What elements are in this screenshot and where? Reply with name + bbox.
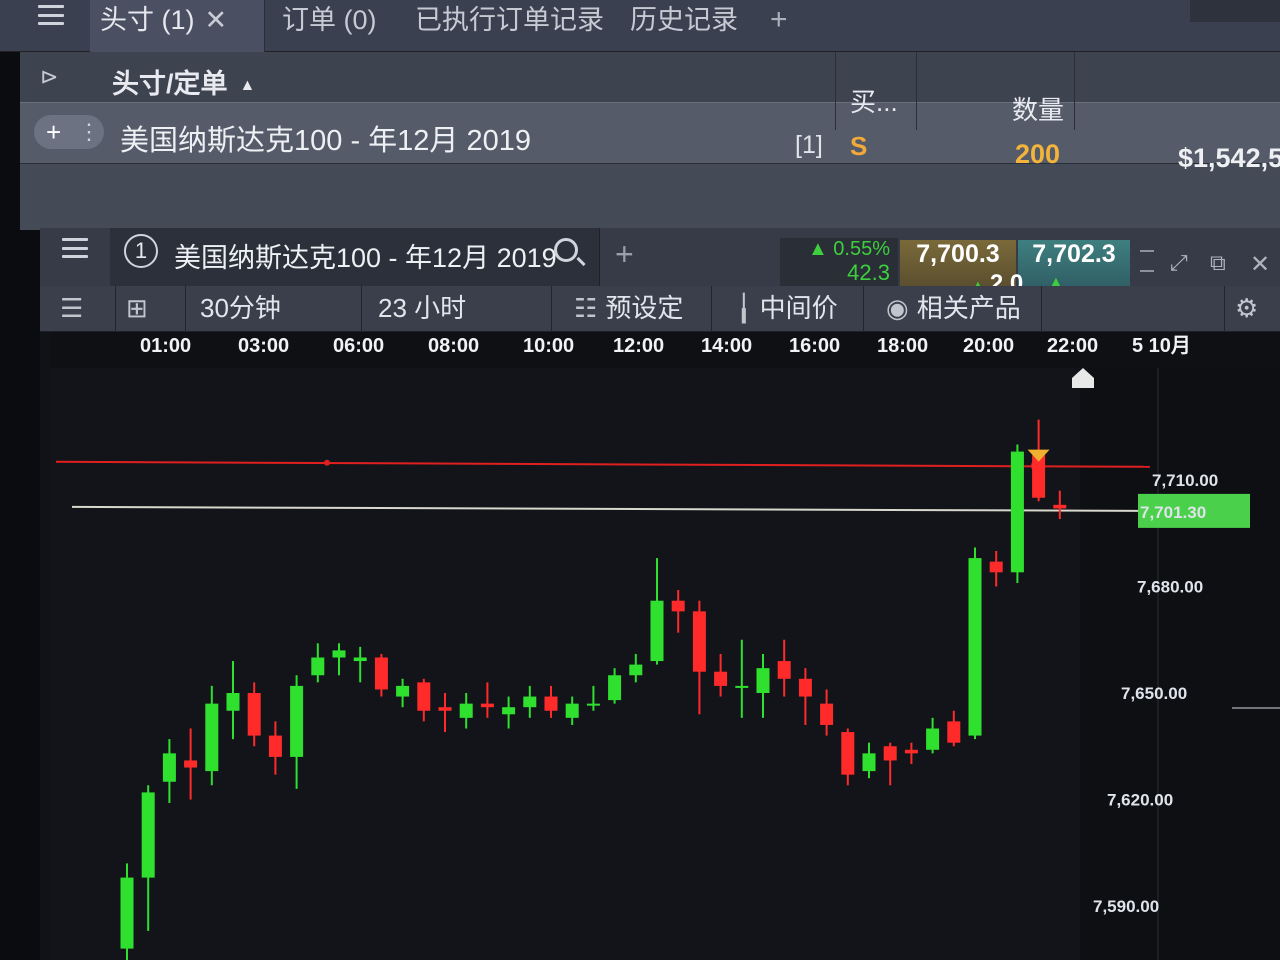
tab-positions[interactable]: 头寸 (1) ✕ bbox=[90, 0, 265, 52]
menu-icon[interactable] bbox=[38, 5, 64, 25]
positions-panel: ⊳ 头寸/定单 ▲ + ⋮ 美国纳斯达克100 - 年12月 2019 [1] S … bbox=[20, 52, 1280, 230]
related-products-button[interactable]: ◉ 相关产品 bbox=[872, 286, 1042, 332]
settings-button[interactable]: ⚙ bbox=[1224, 286, 1280, 332]
change-absolute: 42.3 bbox=[847, 260, 890, 285]
search-icon[interactable] bbox=[554, 238, 578, 262]
expand-icon[interactable]: ⤢ bbox=[1170, 250, 1188, 276]
chart-menu-icon[interactable] bbox=[62, 238, 88, 258]
popout-icon[interactable]: ⧉ bbox=[1210, 250, 1226, 276]
tab-positions-label: 头寸 (1) bbox=[100, 5, 195, 35]
position-value: $1,542,58 bbox=[1178, 143, 1280, 173]
tab-orders[interactable]: 订单 (0) bbox=[272, 0, 387, 52]
close-icon[interactable]: ✕ bbox=[1250, 250, 1270, 279]
column-header-quantity[interactable]: 数量 bbox=[917, 52, 1075, 130]
gear-icon: ⚙ bbox=[1235, 293, 1259, 323]
layout-button[interactable]: ⊞ bbox=[116, 286, 186, 332]
close-tab-icon[interactable]: ✕ bbox=[205, 5, 228, 35]
positions-header: ⊳ 头寸/定单 ▲ bbox=[20, 52, 1280, 102]
positions-title-label: 头寸/定单 bbox=[112, 69, 228, 99]
buy-price-button[interactable]: 7,702.3 bbox=[1018, 240, 1130, 288]
positions-title[interactable]: 头寸/定单 ▲ bbox=[112, 62, 255, 101]
position-ref: [1] bbox=[795, 131, 823, 159]
chart-window: 1 美国纳斯达克100 - 年12月 2019 + ▲ 0.55% 42.3 7… bbox=[40, 228, 1280, 960]
range-select[interactable]: 23 小时 bbox=[362, 286, 552, 332]
mid-price-button[interactable]: ╽ 中间价 bbox=[712, 286, 864, 332]
position-row[interactable]: + ⋮ 美国纳斯达克100 - 年12月 2019 [1] S 200 $1,54… bbox=[20, 102, 1280, 173]
instrument-number-badge: 1 bbox=[124, 234, 158, 268]
adjacent-window-edge bbox=[1190, 0, 1280, 22]
column-header-buy-sell[interactable]: 买... bbox=[835, 52, 917, 130]
preset-label: 预设定 bbox=[605, 293, 684, 323]
add-instrument-button[interactable]: + bbox=[615, 236, 634, 273]
tab-history[interactable]: 历史记录 bbox=[620, 0, 748, 52]
price-change: ▲ 0.55% 42.3 bbox=[780, 238, 898, 288]
sort-ascending-icon[interactable]: ▲ bbox=[240, 77, 256, 94]
tab-executed-orders[interactable]: 已执行订单记录 bbox=[405, 0, 614, 52]
position-quantity: 200 bbox=[1015, 139, 1061, 169]
mid-price-label: 中间价 bbox=[759, 293, 838, 323]
collapse-icon[interactable]: ⊳ bbox=[40, 64, 58, 90]
position-side: S bbox=[850, 131, 868, 161]
row-actions-button[interactable]: + ⋮ bbox=[34, 115, 104, 149]
candles-icon: ╽ bbox=[736, 293, 752, 323]
add-tab-button[interactable]: + bbox=[760, 0, 798, 52]
layout-grid-icon: ⊞ bbox=[126, 293, 148, 323]
drag-handle-icon[interactable] bbox=[1140, 250, 1154, 272]
interval-select[interactable]: 30分钟 bbox=[186, 286, 362, 332]
chart-toolbar: ☰ ⊞ 30分钟 23 小时 ☷ 预设定 ╽ 中间价 ◉ 相关产品 ⚙ bbox=[40, 286, 1280, 332]
preset-button[interactable]: ☷ 预设定 bbox=[560, 286, 712, 332]
related-label: 相关产品 bbox=[916, 293, 1021, 323]
more-options-icon[interactable]: ⋮ bbox=[78, 115, 100, 149]
tab-bar: 头寸 (1) ✕ 订单 (0) 已执行订单记录 历史记录 + bbox=[0, 0, 1280, 52]
chart-instrument-name: 美国纳斯达克100 - 年12月 2019 bbox=[174, 243, 557, 273]
sliders-icon: ☷ bbox=[574, 293, 598, 323]
list-icon: ☰ bbox=[60, 293, 84, 323]
list-view-button[interactable]: ☰ bbox=[50, 286, 116, 332]
position-instrument: 美国纳斯达克100 - 年12月 2019 bbox=[120, 125, 531, 157]
instrument-selector[interactable]: 1 美国纳斯达克100 - 年12月 2019 bbox=[110, 228, 600, 286]
change-percent: ▲ 0.55% bbox=[807, 238, 890, 260]
eye-icon: ◉ bbox=[886, 293, 909, 323]
chart-header: 1 美国纳斯达克100 - 年12月 2019 + ▲ 0.55% 42.3 7… bbox=[40, 228, 1280, 297]
